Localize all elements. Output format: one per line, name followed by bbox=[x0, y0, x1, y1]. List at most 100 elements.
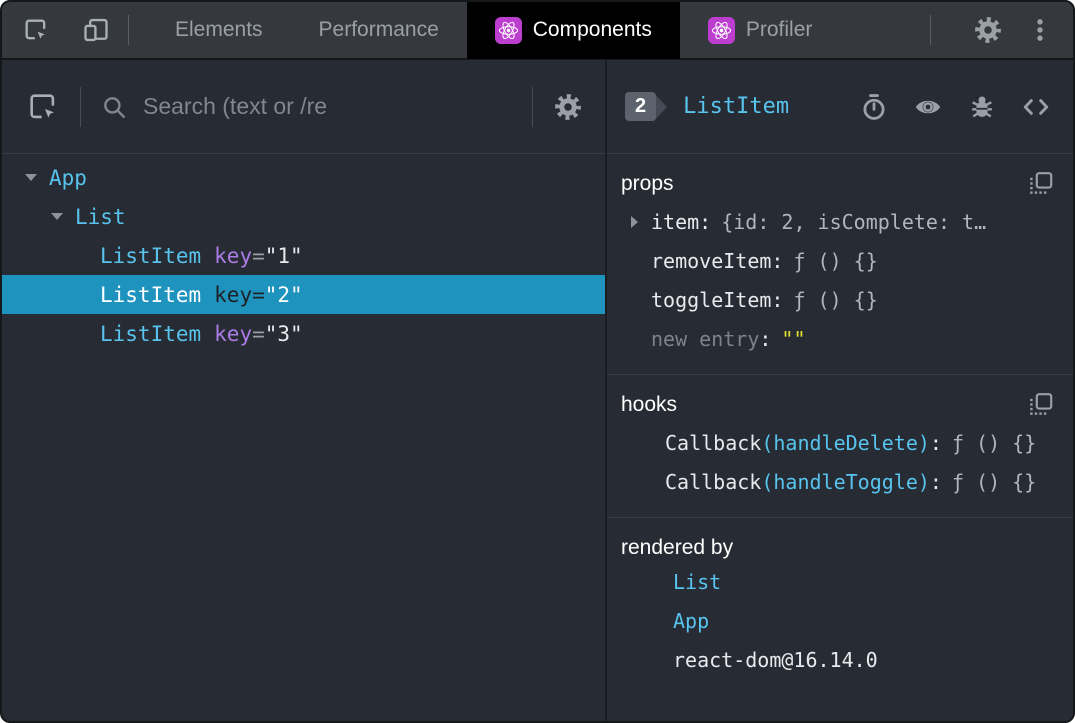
badge-number: 2 bbox=[625, 92, 657, 121]
key-value: "2" bbox=[264, 282, 303, 307]
prop-row-new-entry[interactable]: new entry: "" bbox=[621, 319, 1053, 358]
selected-component-name: ListItem bbox=[683, 94, 790, 119]
equals-sign: = bbox=[252, 243, 265, 268]
prop-value: ƒ () {} bbox=[793, 248, 878, 273]
expander-icon[interactable] bbox=[50, 213, 64, 220]
colon: : bbox=[771, 287, 784, 312]
component-tree-panel: App List ListItemkey="1" ListItemkey="2"… bbox=[2, 60, 605, 721]
topbar-right-controls bbox=[912, 15, 1073, 45]
tab-performance[interactable]: Performance bbox=[291, 2, 467, 59]
prop-row-toggleitem[interactable]: toggleItem: ƒ () {} bbox=[621, 280, 1053, 319]
equals-sign: = bbox=[252, 282, 265, 307]
toggle-device-toolbar-button[interactable] bbox=[82, 16, 110, 44]
tab-components[interactable]: Components bbox=[466, 2, 680, 59]
tree-row-listitem-2-selected[interactable]: ListItem key = "2" bbox=[2, 275, 605, 314]
expander-icon[interactable] bbox=[24, 174, 38, 181]
tree-toolbar bbox=[2, 60, 605, 154]
new-prop-value-input[interactable]: "" bbox=[781, 327, 805, 351]
props-section: props item: {id: 2, isComplete: t… remo… bbox=[607, 154, 1073, 374]
component-settings-button[interactable] bbox=[553, 92, 583, 122]
prop-value: ƒ () {} bbox=[793, 287, 878, 312]
copy-icon bbox=[1030, 172, 1053, 194]
renderer-version: react-dom@16.14.0 bbox=[673, 647, 878, 672]
owner-row-list[interactable]: List bbox=[621, 562, 1053, 601]
device-toolbar-icon bbox=[84, 18, 108, 42]
react-logo-icon bbox=[707, 16, 735, 44]
select-element-to-inspect-button[interactable] bbox=[26, 90, 60, 124]
key-value: "1" bbox=[264, 243, 303, 268]
tab-profiler[interactable]: Profiler bbox=[680, 2, 841, 59]
tree-row-listitem-1[interactable]: ListItem key = "1" bbox=[2, 236, 605, 275]
copy-icon bbox=[1030, 393, 1053, 415]
equals-sign: = bbox=[252, 321, 265, 346]
copy-props-button[interactable] bbox=[1029, 172, 1053, 196]
tab-label: Profiler bbox=[745, 18, 813, 41]
owner-row-app[interactable]: App bbox=[621, 601, 1053, 640]
key-attribute: key bbox=[214, 243, 253, 268]
bug-icon bbox=[972, 96, 992, 117]
prop-name: removeItem bbox=[651, 248, 772, 273]
component-name: ListItem bbox=[100, 282, 202, 307]
colon: : bbox=[759, 326, 772, 351]
prop-row-removeitem[interactable]: removeItem: ƒ () {} bbox=[621, 241, 1053, 280]
tab-elements[interactable]: Elements bbox=[147, 2, 291, 59]
hook-type: Callback bbox=[665, 430, 762, 455]
log-component-data-button[interactable] bbox=[968, 93, 996, 121]
hook-value: ƒ () {} bbox=[951, 430, 1037, 455]
hooks-section: hooks Callback (handleDelete): ƒ () {} … bbox=[607, 374, 1073, 517]
tree-row-listitem-3[interactable]: ListItem key = "3" bbox=[2, 314, 605, 353]
owner-link[interactable]: App bbox=[673, 609, 709, 633]
devtools-window: Elements Performance Components Profiler… bbox=[0, 0, 1075, 723]
hook-row-handletoggle[interactable]: Callback (handleToggle): ƒ () {} bbox=[621, 462, 1053, 501]
inspect-cursor-icon bbox=[25, 19, 50, 44]
prop-value: {id: 2, isComplete: t… bbox=[721, 209, 987, 234]
prop-row-item[interactable]: item: {id: 2, isComplete: t… bbox=[621, 202, 1053, 241]
expander-icon[interactable] bbox=[627, 215, 641, 228]
hook-name: (handleToggle) bbox=[761, 469, 930, 494]
hook-row-handledelete[interactable]: Callback (handleDelete): ƒ () {} bbox=[621, 423, 1053, 462]
eye-icon bbox=[915, 100, 941, 113]
devtools-more-menu-button[interactable] bbox=[1027, 15, 1053, 45]
view-source-button[interactable] bbox=[1021, 93, 1051, 121]
prop-name: toggleItem bbox=[651, 287, 772, 312]
code-brackets-icon bbox=[1023, 98, 1049, 115]
selected-component-header: 2 ListItem bbox=[607, 60, 1073, 154]
owner-link[interactable]: List bbox=[673, 570, 721, 594]
rendered-by-title: rendered by bbox=[621, 536, 734, 559]
inspect-cursor-icon bbox=[30, 93, 60, 123]
inspect-element-button[interactable] bbox=[22, 16, 50, 44]
renderer-version-row: react-dom@16.14.0 bbox=[621, 640, 1053, 679]
new-prop-name-input[interactable]: new entry bbox=[651, 327, 759, 351]
suspend-component-button[interactable] bbox=[860, 93, 888, 121]
tree-row-app[interactable]: App bbox=[2, 158, 605, 197]
hook-name: (handleDelete) bbox=[761, 430, 930, 455]
component-name: List bbox=[75, 204, 126, 229]
colon: : bbox=[929, 430, 942, 455]
search-icon bbox=[104, 96, 125, 118]
react-logo-icon bbox=[494, 16, 522, 44]
copy-hooks-button[interactable] bbox=[1029, 393, 1053, 417]
tab-label: Elements bbox=[175, 18, 263, 41]
props-title: props bbox=[621, 172, 674, 195]
stopwatch-icon bbox=[863, 93, 885, 120]
components-panel: App List ListItemkey="1" ListItemkey="2"… bbox=[2, 60, 1073, 721]
devtools-tab-bar: Elements Performance Components Profiler bbox=[2, 2, 1073, 60]
component-name: ListItem bbox=[100, 321, 202, 346]
prop-name: item bbox=[651, 209, 700, 234]
colon: : bbox=[699, 209, 712, 234]
toolbar-divider bbox=[80, 86, 81, 127]
hooks-title: hooks bbox=[621, 393, 678, 416]
tree-row-list[interactable]: List bbox=[2, 197, 605, 236]
toolbar-divider bbox=[930, 15, 931, 45]
hook-type: Callback bbox=[665, 469, 762, 494]
selected-index-badge: 2 bbox=[625, 91, 668, 122]
rendered-by-section: rendered by List App react-dom@16.14.0 bbox=[607, 517, 1073, 695]
component-actions bbox=[860, 93, 1051, 121]
search-input[interactable] bbox=[141, 92, 512, 121]
devtools-settings-button[interactable] bbox=[973, 15, 1003, 45]
component-name: App bbox=[49, 165, 87, 190]
gear-icon bbox=[555, 93, 581, 120]
gear-icon bbox=[975, 17, 1001, 43]
component-tree: App List ListItem key = "1" ListItem key = "2"… bbox=[2, 154, 605, 721]
inspect-dom-element-button[interactable] bbox=[913, 93, 943, 121]
